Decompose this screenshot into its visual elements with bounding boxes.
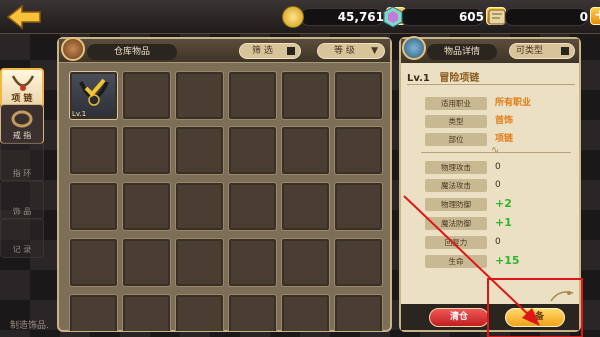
pointer-arrow-icon <box>403 195 540 326</box>
filter-label: 筛 选 <box>252 46 273 56</box>
inventory-slot[interactable] <box>69 294 118 331</box>
gem-icon <box>382 6 404 28</box>
inventory-slot[interactable] <box>122 294 171 331</box>
warehouse-panel: 仓库物品 筛 选 等 级 ▼ Lv.1 <box>57 37 392 332</box>
gold-value: 45,761 <box>337 10 384 24</box>
info-row-slot: 部位 项链 <box>425 133 575 147</box>
inventory-slot[interactable] <box>175 238 224 287</box>
inventory-slot[interactable] <box>175 294 224 331</box>
info-key: 部位 <box>425 133 487 146</box>
inventory-slot[interactable] <box>228 238 277 287</box>
gem-value: 605 <box>458 10 484 24</box>
tab-ring[interactable]: 戒 指 <box>0 104 44 144</box>
chevron-down-icon: ▼ <box>371 46 378 56</box>
ornament-divider <box>421 145 571 156</box>
inventory-slot[interactable] <box>228 71 277 120</box>
filter-checkbox[interactable] <box>287 47 295 55</box>
inventory-slot[interactable] <box>334 182 383 231</box>
necklace-icon <box>11 75 35 91</box>
inventory-slot[interactable] <box>228 126 277 175</box>
inventory-slot[interactable] <box>69 182 118 231</box>
detail-title: 物品详情 <box>427 44 497 60</box>
filter-toggle[interactable]: 筛 选 <box>239 43 301 59</box>
necklace-item-icon <box>79 78 109 106</box>
sort-label: 等 级 <box>334 46 355 56</box>
inventory-slot[interactable] <box>175 182 224 231</box>
globe-icon <box>402 36 426 60</box>
scroll-value: 0 <box>579 10 588 24</box>
info-row-type: 类型 首饰 <box>425 115 575 129</box>
inventory-slot[interactable] <box>122 71 171 120</box>
tab-accessory[interactable]: 饰 品 <box>0 180 44 220</box>
tab-necklace[interactable]: 项 链 <box>0 68 44 108</box>
tab-record-label: 记 录 <box>12 245 32 254</box>
item-level: Lv.1 <box>407 73 430 84</box>
item-name-row: Lv.1 冒险项链 <box>407 69 575 85</box>
inventory-slot[interactable] <box>69 238 118 287</box>
bag-icon <box>61 37 85 61</box>
tab-band-label: 指 环 <box>12 169 32 178</box>
inventory-slot[interactable] <box>69 126 118 175</box>
top-bar: 45,761 + 605 + 0 + <box>0 0 600 34</box>
sort-dropdown[interactable]: 等 级 ▼ <box>317 43 385 59</box>
inventory-slot[interactable] <box>122 126 171 175</box>
detail-header: 物品详情 可类型 <box>401 36 579 63</box>
stat-value: 0 <box>495 162 501 172</box>
inventory-slot[interactable] <box>228 294 277 331</box>
info-row-class: 适用职业 所有职业 <box>425 97 575 111</box>
scroll-icon <box>486 6 508 28</box>
tab-ring-label: 戒 指 <box>12 131 32 140</box>
info-key: 类型 <box>425 115 487 128</box>
inventory-slot[interactable] <box>175 71 224 120</box>
inventory-slot[interactable] <box>281 71 330 120</box>
info-value: 所有职业 <box>495 98 532 108</box>
inventory-slot[interactable] <box>228 182 277 231</box>
item-name: 冒险项链 <box>439 73 480 84</box>
stat-key: 物理攻击 <box>425 161 487 174</box>
inventory-slot[interactable] <box>122 238 171 287</box>
compare-toggle[interactable]: 可类型 <box>509 43 575 59</box>
add-scroll-button[interactable]: + <box>590 7 600 25</box>
stat-row-physical-attack: 物理攻击 0 <box>425 161 575 175</box>
gold-coin-icon <box>282 6 304 28</box>
inventory-grid: Lv.1 <box>67 69 385 331</box>
tab-necklace-label: 项 链 <box>11 94 33 104</box>
warehouse-title: 仓库物品 <box>87 44 177 60</box>
inventory-slot[interactable] <box>334 71 383 120</box>
inventory-slot[interactable] <box>281 182 330 231</box>
back-arrow-icon[interactable] <box>6 4 42 30</box>
tab-record[interactable]: 记 录 <box>0 218 44 258</box>
inventory-slot[interactable] <box>334 294 383 331</box>
warehouse-header: 仓库物品 筛 选 等 级 ▼ <box>59 37 390 63</box>
tab-band[interactable]: 指 环 <box>0 142 44 182</box>
item-level-label: Lv.1 <box>72 110 87 118</box>
tab-accessory-label: 饰 品 <box>12 207 32 216</box>
inventory-slot[interactable] <box>334 238 383 287</box>
compare-label: 可类型 <box>516 46 544 56</box>
ring-icon <box>11 110 33 128</box>
footer-hint: 制造饰品. <box>10 321 49 331</box>
info-value: 首饰 <box>495 116 514 126</box>
inventory-slot[interactable] <box>281 126 330 175</box>
scroll-counter: 0 + <box>486 6 600 28</box>
inventory-slot[interactable] <box>122 182 171 231</box>
compare-checkbox[interactable] <box>561 47 569 55</box>
inventory-slot-necklace[interactable]: Lv.1 <box>69 71 118 120</box>
inventory-slot[interactable] <box>281 294 330 331</box>
info-key: 适用职业 <box>425 97 487 110</box>
inventory-slot[interactable] <box>175 126 224 175</box>
inventory-slot[interactable] <box>334 126 383 175</box>
inventory-slot[interactable] <box>281 238 330 287</box>
